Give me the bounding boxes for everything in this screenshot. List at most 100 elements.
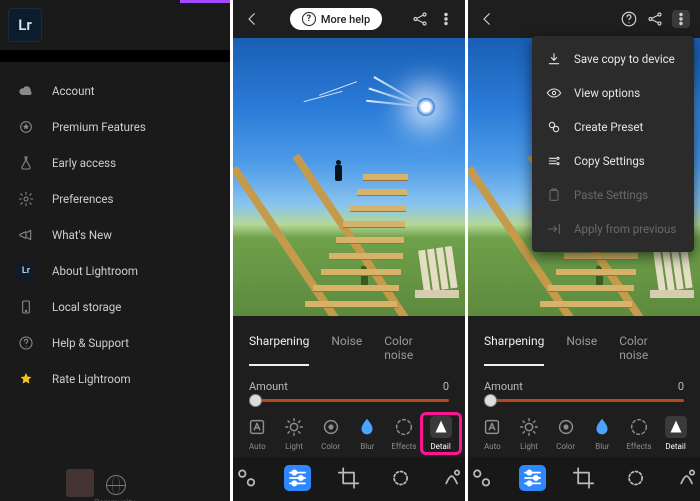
edit-tools-row: Auto Light Color Blur Effects Detail — [233, 406, 465, 457]
kebab-icon[interactable] — [437, 10, 455, 28]
menu-copy-settings[interactable]: Copy Settings — [532, 144, 694, 178]
tool-detail[interactable]: Detail — [659, 416, 693, 451]
slider-track[interactable] — [484, 399, 684, 402]
menu-label: Create Preset — [574, 120, 643, 134]
help-icon[interactable] — [620, 10, 638, 28]
bs-edit[interactable] — [284, 465, 311, 491]
amount-label: Amount — [249, 380, 288, 393]
lightroom-logo: Lr — [8, 8, 42, 42]
tool-effects[interactable]: Effects — [387, 416, 421, 451]
bs-presets[interactable] — [468, 465, 495, 491]
sidebar-item-label: What's New — [52, 228, 112, 242]
phone-topbar — [468, 0, 700, 38]
amount-value: 0 — [678, 380, 684, 393]
menu-label: Copy Settings — [574, 154, 645, 168]
share-icon[interactable] — [646, 10, 664, 28]
cloud-icon — [18, 83, 34, 99]
sidebar-item-account[interactable]: Account — [0, 76, 230, 106]
back-icon[interactable] — [478, 10, 496, 28]
bottom-strip — [233, 457, 465, 501]
bs-heal[interactable] — [673, 465, 700, 491]
tool-auto[interactable]: Auto — [240, 416, 274, 451]
globe-icon — [106, 475, 126, 495]
tool-label: Effects — [626, 442, 651, 451]
overflow-menu: Save copy to device View options Create … — [532, 36, 694, 252]
menu-create-preset[interactable]: Create Preset — [532, 110, 694, 144]
flask-icon — [18, 155, 34, 171]
tab-sharpening[interactable]: Sharpening — [484, 330, 544, 366]
amount-slider: Amount 0 — [233, 372, 465, 406]
tool-label: Detail — [430, 442, 450, 451]
badge-icon — [18, 119, 34, 135]
sidebar-item-about[interactable]: Lr About Lightroom — [0, 256, 230, 286]
sidebar-item-premium[interactable]: Premium Features — [0, 112, 230, 142]
copy-icon — [546, 153, 562, 169]
lr-icon: Lr — [18, 263, 34, 279]
tool-blur[interactable]: Blur — [350, 416, 384, 451]
tool-blur[interactable]: Blur — [585, 416, 619, 451]
back-icon[interactable] — [243, 10, 261, 28]
slider-track[interactable] — [249, 399, 449, 402]
share-icon[interactable] — [411, 10, 429, 28]
sidebar-panel: Lr Account Premium Features Early access… — [0, 0, 230, 501]
eye-icon — [546, 85, 562, 101]
bs-mask[interactable] — [387, 465, 414, 491]
effects-icon — [628, 416, 650, 438]
tool-color[interactable]: Color — [314, 416, 348, 451]
community-button[interactable]: Community — [106, 475, 126, 497]
bs-crop[interactable] — [335, 465, 362, 491]
more-help-button[interactable]: ? More help — [290, 8, 382, 30]
sidebar-item-rate[interactable]: Rate Lightroom — [0, 364, 230, 394]
sidebar-item-label: Account — [52, 84, 95, 98]
sidebar-item-preferences[interactable]: Preferences — [0, 184, 230, 214]
sidebar-item-label: Early access — [52, 156, 116, 170]
detail-icon — [665, 416, 687, 438]
bs-mask[interactable] — [622, 465, 649, 491]
kebab-icon[interactable] — [672, 10, 690, 28]
menu-label: View options — [574, 86, 640, 100]
help-icon: ? — [302, 12, 316, 26]
menu-label: Save copy to device — [574, 52, 675, 66]
slider-thumb[interactable] — [249, 394, 262, 407]
tool-label: Blur — [360, 442, 374, 451]
menu-paste-settings: Paste Settings — [532, 178, 694, 212]
tab-color-noise[interactable]: Color noise — [384, 330, 427, 366]
sidebar-item-help[interactable]: Help & Support — [0, 328, 230, 358]
light-icon — [283, 416, 305, 438]
tool-detail[interactable]: Detail — [424, 416, 458, 451]
sidebar-item-local-storage[interactable]: Local storage — [0, 292, 230, 322]
detail-tabs: Sharpening Noise Color noise — [468, 316, 700, 372]
tool-effects[interactable]: Effects — [622, 416, 656, 451]
tool-label: Detail — [665, 442, 685, 451]
menu-save-copy[interactable]: Save copy to device — [532, 42, 694, 76]
bs-presets[interactable] — [233, 465, 260, 491]
auto-icon — [246, 416, 268, 438]
tool-label: Blur — [595, 442, 609, 451]
tool-light[interactable]: Light — [277, 416, 311, 451]
tab-noise[interactable]: Noise — [331, 330, 362, 366]
sidebar-item-label: Local storage — [52, 300, 121, 314]
tool-color[interactable]: Color — [549, 416, 583, 451]
amount-value: 0 — [443, 380, 449, 393]
sidebar-item-early-access[interactable]: Early access — [0, 148, 230, 178]
tool-light[interactable]: Light — [512, 416, 546, 451]
tab-noise[interactable]: Noise — [566, 330, 597, 366]
color-icon — [320, 416, 342, 438]
bs-edit[interactable] — [519, 465, 546, 491]
menu-view-options[interactable]: View options — [532, 76, 694, 110]
tab-sharpening[interactable]: Sharpening — [249, 330, 309, 366]
more-help-label: More help — [321, 13, 370, 26]
tool-auto[interactable]: Auto — [475, 416, 509, 451]
gear-icon — [18, 191, 34, 207]
phone-topbar: ? More help — [233, 0, 465, 38]
paste-icon — [546, 187, 562, 203]
bs-crop[interactable] — [570, 465, 597, 491]
bs-heal[interactable] — [438, 465, 465, 491]
avatar[interactable] — [66, 469, 94, 497]
sidebar-item-whats-new[interactable]: What's New — [0, 220, 230, 250]
tab-color-noise[interactable]: Color noise — [619, 330, 662, 366]
menu-label: Apply from previous — [574, 222, 676, 236]
sidebar-item-label: Preferences — [52, 192, 113, 206]
photo-preview[interactable] — [233, 38, 465, 316]
slider-thumb[interactable] — [484, 394, 497, 407]
